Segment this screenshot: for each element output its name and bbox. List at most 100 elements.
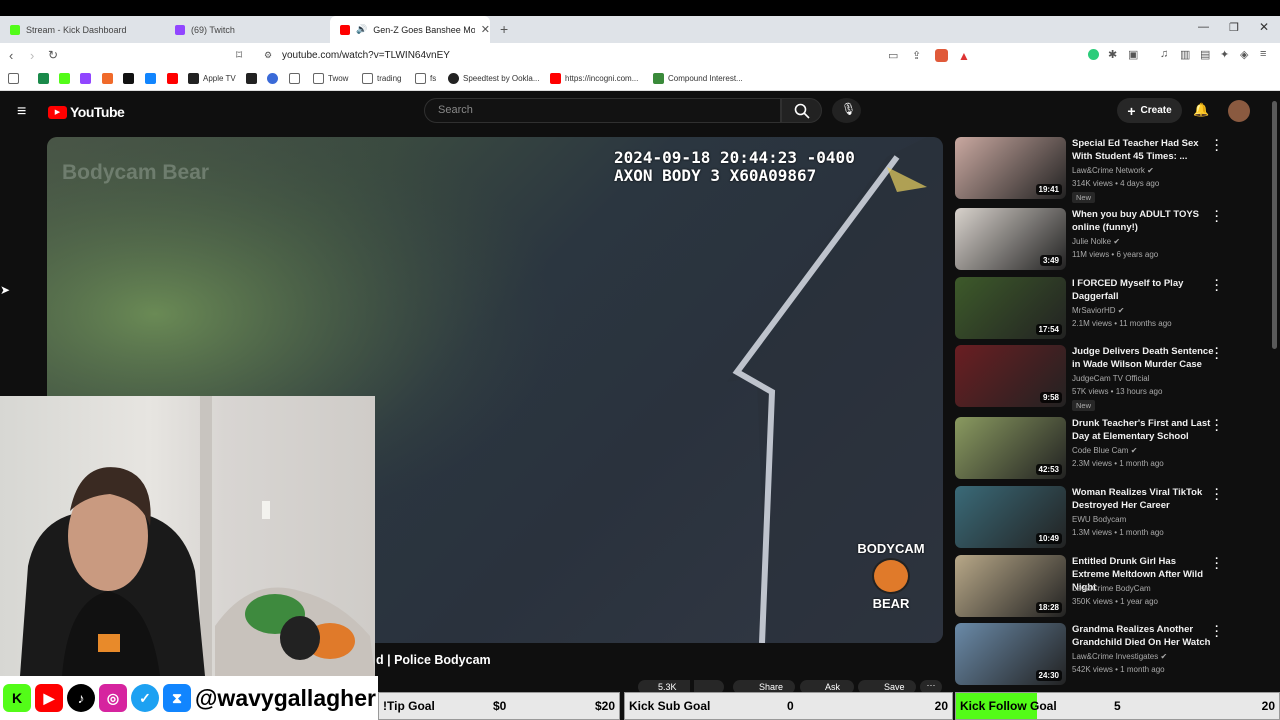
bookmark-appletv[interactable]: Apple TV bbox=[188, 73, 236, 84]
bookmark-trading[interactable]: trading bbox=[362, 73, 401, 84]
new-tab-icon[interactable]: + bbox=[500, 21, 508, 37]
suggestion-title[interactable]: Judge Delivers Death Sentence in Wade Wi… bbox=[1072, 345, 1214, 371]
youtube-logo[interactable]: ▶ YouTube bbox=[48, 104, 125, 120]
suggestion-channel[interactable]: Law&Crime Network ✔ bbox=[1072, 166, 1154, 175]
maximize-icon[interactable]: ❐ bbox=[1229, 21, 1239, 34]
suggestion-item[interactable]: 19:41 Special Ed Teacher Had Sex With Stu… bbox=[955, 136, 1265, 203]
suggestion-title[interactable]: Drunk Teacher's First and Last Day at El… bbox=[1072, 417, 1214, 443]
search-input[interactable]: Search bbox=[424, 98, 781, 123]
video-duration: 10:49 bbox=[1035, 533, 1062, 544]
more-options-icon[interactable]: · · · bbox=[1214, 485, 1220, 506]
suggestion-channel[interactable]: Code Blue Cam ✔ bbox=[1072, 446, 1137, 455]
bookmark-twow[interactable]: Twow bbox=[313, 73, 348, 84]
more-options-icon[interactable]: · · · bbox=[1214, 416, 1220, 437]
suggestion-channel[interactable]: MrSaviorHD ✔ bbox=[1072, 306, 1125, 315]
create-button[interactable]: + Create bbox=[1117, 98, 1182, 123]
suggestion-item[interactable]: 10:49 Woman Realizes Viral TikTok Destroy… bbox=[955, 485, 1265, 550]
verified-icon: ✔ bbox=[1147, 166, 1154, 175]
goal-name: Kick Sub Goal bbox=[629, 699, 711, 713]
video-thumbnail[interactable]: 17:54 bbox=[955, 277, 1066, 339]
extensions-puzzle-icon[interactable]: ✱ bbox=[1108, 48, 1117, 61]
video-thumbnail[interactable]: 9:58 bbox=[955, 345, 1066, 407]
sidebar-icon[interactable]: ▥ bbox=[1180, 48, 1190, 61]
bookmark-kick-icon[interactable] bbox=[59, 73, 70, 84]
share-page-icon[interactable]: ⇪ bbox=[912, 49, 921, 62]
search-button[interactable] bbox=[781, 98, 822, 123]
bookmark-r-icon[interactable] bbox=[267, 73, 278, 84]
more-options-icon[interactable]: · · · bbox=[1214, 622, 1220, 643]
suggestion-channel[interactable]: EWU Bodycam bbox=[1072, 515, 1126, 524]
bookmark-icon-1[interactable] bbox=[38, 73, 49, 84]
reload-icon[interactable]: ↻ bbox=[48, 48, 58, 62]
suggestion-item[interactable]: 42:53 Drunk Teacher's First and Last Day … bbox=[955, 416, 1265, 481]
menu-icon[interactable]: ≡ bbox=[1260, 48, 1266, 60]
cast-icon[interactable]: ▭ bbox=[888, 49, 898, 62]
bookmark-brave-icon[interactable] bbox=[102, 73, 113, 84]
suggestion-item[interactable]: 17:54 I FORCED Myself to Play Daggerfall M… bbox=[955, 276, 1265, 341]
suggestion-title[interactable]: When you buy ADULT TOYS online (funny!) bbox=[1072, 208, 1214, 234]
tab-youtube[interactable]: 🔊 Gen-Z Goes Banshee Mode O ✕ bbox=[330, 16, 490, 43]
brave-shield-icon[interactable] bbox=[935, 49, 948, 62]
vpn-icon[interactable]: ◈ bbox=[1240, 48, 1248, 61]
suggestion-channel[interactable]: Law&Crime BodyCam bbox=[1072, 584, 1151, 593]
bookmark-speedtest[interactable]: Speedtest by Ookla... bbox=[448, 73, 540, 84]
suggestion-channel[interactable]: Julie Nolke ✔ bbox=[1072, 237, 1120, 246]
wallet-icon[interactable]: ▣ bbox=[1128, 48, 1138, 61]
avatar[interactable] bbox=[1228, 100, 1250, 122]
bookmark-bluesky-icon[interactable] bbox=[145, 73, 156, 84]
video-thumbnail[interactable]: 19:41 bbox=[955, 137, 1066, 199]
extension-icon[interactable] bbox=[1088, 49, 1099, 60]
minimize-icon[interactable]: — bbox=[1198, 21, 1209, 33]
bookmark-folder-icon[interactable] bbox=[289, 73, 300, 84]
close-window-icon[interactable]: ✕ bbox=[1259, 20, 1269, 34]
instagram-icon: ◎ bbox=[99, 684, 127, 712]
more-options-icon[interactable]: · · · bbox=[1214, 554, 1220, 575]
wallet2-icon[interactable]: ▤ bbox=[1200, 48, 1210, 61]
bookmark-icon[interactable]: ⌑ bbox=[236, 48, 242, 62]
rewards-icon[interactable]: ▲ bbox=[958, 49, 970, 63]
more-options-icon[interactable]: · · · bbox=[1214, 207, 1220, 228]
video-thumbnail[interactable]: 3:49 bbox=[955, 208, 1066, 270]
more-options-icon[interactable]: · · · bbox=[1214, 276, 1220, 297]
more-options-icon[interactable]: · · · bbox=[1214, 136, 1220, 157]
voice-search-button[interactable]: 🎙 bbox=[832, 98, 861, 123]
suggestion-channel[interactable]: Law&Crime Investigates ✔ bbox=[1072, 652, 1167, 661]
suggestion-title[interactable]: Grandma Realizes Another Grandchild Died… bbox=[1072, 623, 1214, 649]
tab-twitch[interactable]: (69) Twitch bbox=[165, 16, 330, 43]
apps-icon[interactable] bbox=[8, 73, 19, 84]
site-info-icon[interactable]: ⚙ bbox=[264, 50, 272, 61]
suggestion-item[interactable]: 24:30 Grandma Realizes Another Grandchild… bbox=[955, 622, 1265, 687]
close-tab-icon[interactable]: ✕ bbox=[481, 23, 490, 36]
forward-icon[interactable]: › bbox=[30, 48, 34, 63]
suggestion-channel[interactable]: JudgeCam TV Official bbox=[1072, 374, 1150, 383]
bookmark-twitch-icon[interactable] bbox=[80, 73, 91, 84]
speedtest-icon bbox=[448, 73, 459, 84]
suggestion-title[interactable]: I FORCED Myself to Play Daggerfall bbox=[1072, 277, 1214, 303]
bookmark-fs[interactable]: fs bbox=[415, 73, 436, 84]
page-scrollbar[interactable] bbox=[1272, 101, 1277, 349]
leo-icon[interactable]: ✦ bbox=[1220, 48, 1229, 61]
more-options-icon[interactable]: · · · bbox=[1214, 344, 1220, 365]
media-icon[interactable]: ♫ bbox=[1160, 48, 1168, 60]
suggestion-item[interactable]: 9:58 Judge Delivers Death Sentence in Wad… bbox=[955, 344, 1265, 411]
hamburger-menu-icon[interactable]: ≡ bbox=[17, 103, 26, 121]
bookmark-compound[interactable]: Compound Interest... bbox=[653, 73, 743, 84]
notifications-bell-icon[interactable]: 🔔 bbox=[1193, 102, 1209, 118]
bookmark-youtube-icon[interactable] bbox=[167, 73, 178, 84]
url-field[interactable]: youtube.com/watch?v=TLWIN64vnEY bbox=[282, 50, 450, 61]
suggestion-title[interactable]: Woman Realizes Viral TikTok Destroyed He… bbox=[1072, 486, 1214, 512]
back-icon[interactable]: ‹ bbox=[9, 48, 13, 63]
bookmark-x-icon[interactable] bbox=[123, 73, 134, 84]
tab-label: Stream - Kick Dashboard bbox=[26, 24, 127, 35]
video-thumbnail[interactable]: 42:53 bbox=[955, 417, 1066, 479]
tab-kick[interactable]: Stream - Kick Dashboard bbox=[0, 16, 165, 43]
bookmark-p-icon[interactable] bbox=[246, 73, 257, 84]
video-thumbnail[interactable]: 10:49 bbox=[955, 486, 1066, 548]
video-thumbnail[interactable]: 18:28 bbox=[955, 555, 1066, 617]
suggestion-title[interactable]: Special Ed Teacher Had Sex With Student … bbox=[1072, 137, 1214, 163]
suggestion-item[interactable]: 18:28 Entitled Drunk Girl Has Extreme Mel… bbox=[955, 554, 1265, 619]
suggestion-item[interactable]: 3:49 When you buy ADULT TOYS online (funn… bbox=[955, 207, 1265, 272]
bookmark-incogni[interactable]: https://incogni.com... bbox=[550, 73, 638, 84]
new-badge: New bbox=[1072, 400, 1096, 411]
video-thumbnail[interactable]: 24:30 bbox=[955, 623, 1066, 685]
